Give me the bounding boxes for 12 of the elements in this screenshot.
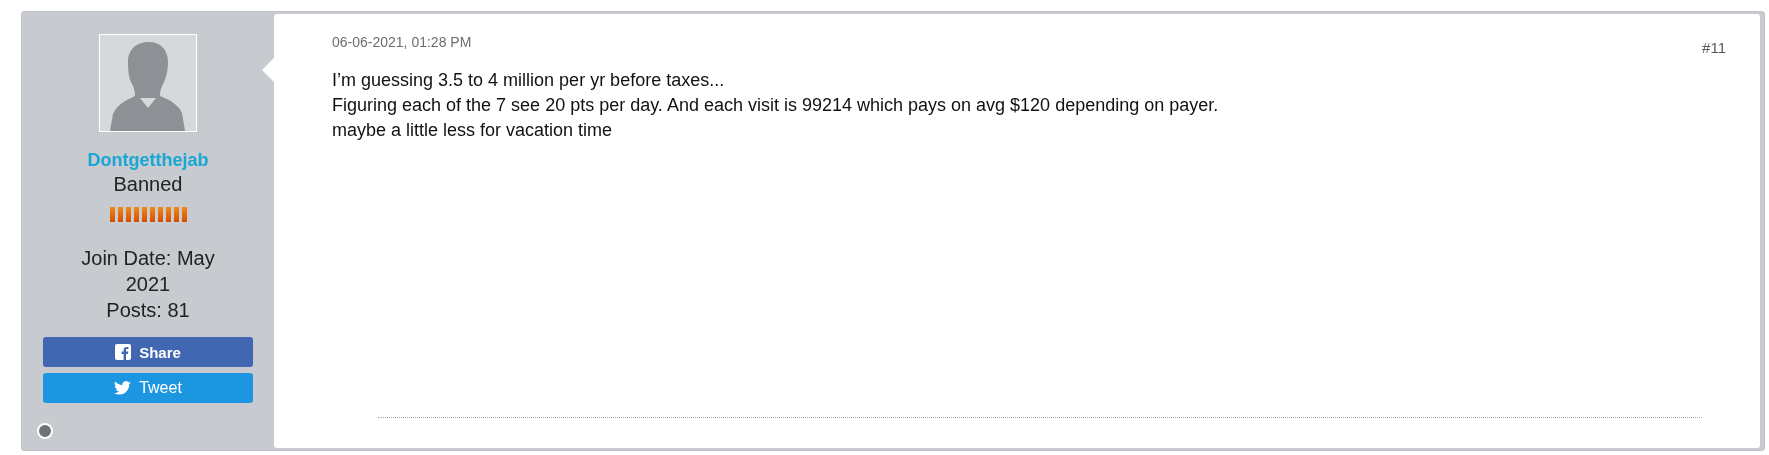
join-date: Join Date: May 2021 bbox=[80, 246, 216, 297]
avatar-icon[interactable] bbox=[99, 34, 197, 132]
user-title: Banned bbox=[113, 173, 183, 196]
post-number-link[interactable]: #11 bbox=[1702, 39, 1726, 56]
reputation-icon bbox=[109, 207, 187, 222]
share-button[interactable]: Share bbox=[43, 337, 253, 367]
bird-icon bbox=[114, 381, 132, 395]
facebook-icon bbox=[115, 344, 132, 360]
post-date: 06-06-2021, 01:28 PM bbox=[332, 34, 472, 52]
post-count: Posts: 81 bbox=[105, 298, 191, 323]
post-text: I’m guessing 3.5 to 4 million per yr before taxes... Figuring each of the 7 see 20 pts per day. And each visit is 99214 which pays on avg $120 depending on payer. maybe a little less for vacation time bbox=[332, 69, 1220, 142]
tweet-button[interactable]: Tweet bbox=[43, 373, 253, 403]
